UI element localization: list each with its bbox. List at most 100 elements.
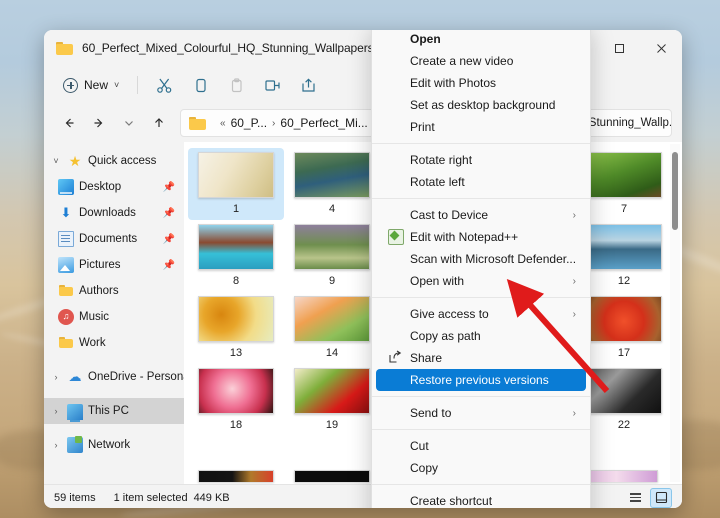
thumbnail	[586, 224, 662, 270]
menu-item-label: Cut	[410, 439, 429, 453]
sidebar-item-label: Desktop	[79, 181, 121, 193]
back-button[interactable]	[54, 109, 84, 137]
thumbnail	[586, 152, 662, 198]
breadcrumb-overflow[interactable]: «	[220, 118, 226, 129]
menu-item-edit-with-photos[interactable]: Edit with Photos	[376, 72, 586, 94]
sidebar-item-onedrive[interactable]: › ☁ OneDrive - Personal	[44, 364, 184, 390]
pin-icon[interactable]: 📌	[163, 234, 175, 245]
forward-button[interactable]	[84, 109, 114, 137]
menu-item-send-to[interactable]: Send to ›	[376, 402, 586, 424]
file-item-18[interactable]: 18	[188, 364, 284, 436]
thumbnail	[294, 152, 370, 198]
menu-item-label: Print	[410, 120, 435, 134]
sidebar-item-network[interactable]: › Network	[44, 432, 184, 458]
menu-separator	[372, 396, 590, 397]
file-item-14[interactable]: 14	[284, 292, 380, 364]
file-item-8[interactable]: 8	[188, 220, 284, 292]
menu-item-open-with[interactable]: Open with ›	[376, 270, 586, 292]
sidebar-item-quick-access[interactable]: ˅ ★ Quick access	[44, 148, 184, 174]
rename-button[interactable]	[255, 71, 289, 99]
sidebar-item-this-pc[interactable]: › This PC	[44, 398, 184, 424]
pin-icon[interactable]: 📌	[163, 182, 175, 193]
recent-locations-button[interactable]	[114, 109, 144, 137]
sidebar-item-music[interactable]: ♫ Music	[44, 304, 184, 330]
thumbnail	[294, 296, 370, 342]
new-button-label: New	[84, 78, 108, 92]
scrollbar-thumb[interactable]	[672, 152, 678, 230]
chevron-right-icon[interactable]: ›	[50, 440, 62, 450]
file-item-partial[interactable]	[284, 466, 380, 482]
menu-item-give-access-to[interactable]: Give access to ›	[376, 303, 586, 325]
file-caption: 14	[326, 347, 338, 359]
file-item-13[interactable]: 13	[188, 292, 284, 364]
document-icon	[58, 231, 74, 247]
star-icon: ★	[67, 153, 83, 169]
file-item-1[interactable]: 1	[188, 148, 284, 220]
chevron-right-icon[interactable]: ›	[272, 118, 275, 129]
shield-icon-wrap	[388, 251, 404, 267]
file-caption: 22	[618, 419, 630, 431]
thumbnail	[586, 368, 662, 414]
sidebar-item-downloads[interactable]: ⬇ Downloads 📌	[44, 200, 184, 226]
menu-item-cut[interactable]: Cut	[376, 435, 586, 457]
menu-item-rotate-right[interactable]: Rotate right	[376, 149, 586, 171]
details-view-button[interactable]	[624, 488, 646, 508]
music-icon: ♫	[58, 309, 74, 325]
pin-icon[interactable]: 📌	[163, 260, 175, 271]
chevron-down-icon[interactable]: ˅	[50, 156, 62, 166]
paste-button[interactable]	[219, 71, 253, 99]
menu-item-set-as-desktop-background[interactable]: Set as desktop background	[376, 94, 586, 116]
file-item-4[interactable]: 4	[284, 148, 380, 220]
file-caption: 4	[329, 203, 335, 215]
new-button[interactable]: New ˅	[54, 73, 128, 98]
breadcrumb-segment[interactable]: 60_P...	[231, 116, 267, 130]
file-caption: 9	[329, 275, 335, 287]
menu-item-scan-with-microsoft-defender[interactable]: Scan with Microsoft Defender...	[376, 248, 586, 270]
menu-item-rotate-left[interactable]: Rotate left	[376, 171, 586, 193]
menu-item-copy-as-path[interactable]: Copy as path	[376, 325, 586, 347]
share-button[interactable]	[291, 71, 325, 99]
menu-item-create-shortcut[interactable]: Create shortcut	[376, 490, 586, 508]
vertical-scrollbar[interactable]	[670, 144, 680, 482]
menu-item-create-a-new-video[interactable]: Create a new video	[376, 50, 586, 72]
sidebar-item-authors[interactable]: Authors	[44, 278, 184, 304]
menu-item-cast-to-device[interactable]: Cast to Device ›	[376, 204, 586, 226]
thumbnail	[198, 152, 274, 198]
chevron-right-icon[interactable]: ›	[50, 372, 62, 382]
copy-button[interactable]	[183, 71, 217, 99]
sidebar-item-label: Documents	[79, 233, 137, 245]
file-item-partial[interactable]	[188, 466, 284, 482]
large-icons-view-button[interactable]	[650, 488, 672, 508]
menu-item-share[interactable]: Share	[376, 347, 586, 369]
navigation-pane: ˅ ★ Quick access Desktop 📌 ⬇ Downloads 📌…	[44, 142, 184, 484]
menu-item-label: Share	[410, 351, 442, 365]
folder-icon	[189, 116, 206, 130]
sidebar-item-desktop[interactable]: Desktop 📌	[44, 174, 184, 200]
sidebar-item-pictures[interactable]: Pictures 📌	[44, 252, 184, 278]
sidebar-item-documents[interactable]: Documents 📌	[44, 226, 184, 252]
file-item-19[interactable]: 19	[284, 364, 380, 436]
menu-item-print[interactable]: Print	[376, 116, 586, 138]
up-button[interactable]	[144, 109, 174, 137]
menu-item-open[interactable]: Open	[376, 30, 586, 50]
chevron-right-icon[interactable]: ›	[50, 406, 62, 416]
breadcrumb-segment[interactable]: 60_Perfect_Mi...	[280, 116, 367, 130]
cloud-icon: ☁	[67, 369, 83, 385]
maximize-button[interactable]	[598, 30, 640, 66]
sidebar-item-label: Network	[88, 439, 130, 451]
chevron-down-icon: ˅	[114, 80, 119, 90]
pin-icon[interactable]: 📌	[163, 208, 175, 219]
file-item-9[interactable]: 9	[284, 220, 380, 292]
menu-item-copy[interactable]: Copy	[376, 457, 586, 479]
cut-button[interactable]	[147, 71, 181, 99]
sidebar-item-label: Quick access	[88, 155, 156, 167]
menu-item-edit-with-notepadpp[interactable]: Edit with Notepad++	[376, 226, 586, 248]
close-button[interactable]	[640, 30, 682, 66]
menu-item-restore-previous-versions[interactable]: Restore previous versions	[376, 369, 586, 391]
menu-item-label: Open with	[410, 274, 464, 288]
menu-separator	[372, 429, 590, 430]
folder-icon	[58, 283, 74, 299]
menu-item-label: Send to	[410, 406, 451, 420]
sidebar-item-work[interactable]: Work	[44, 330, 184, 356]
desktop-icon	[58, 179, 74, 195]
